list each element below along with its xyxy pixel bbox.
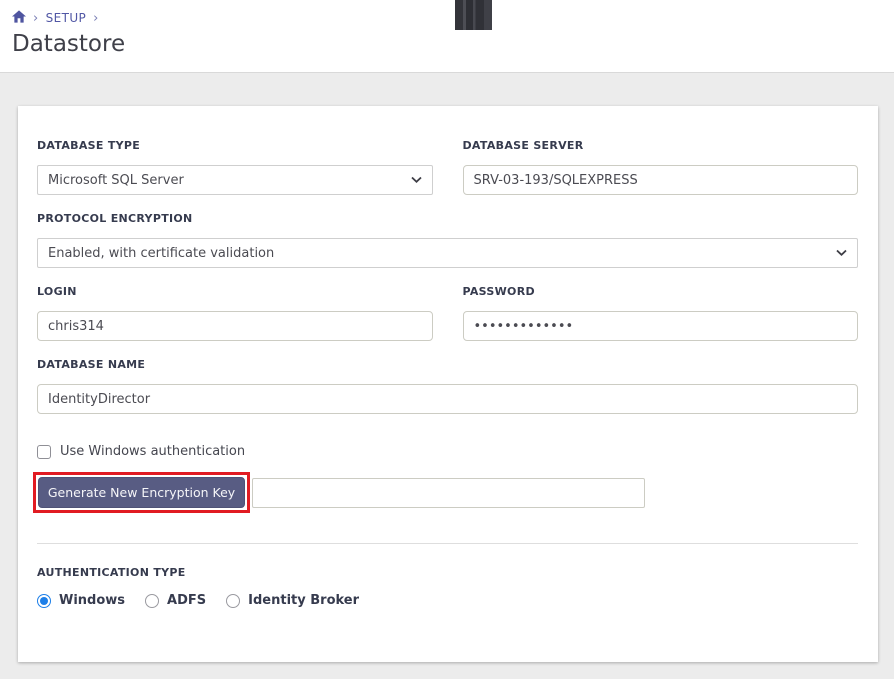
page-title: Datastore (12, 31, 894, 57)
database-server-input[interactable] (463, 165, 859, 195)
radio-label: Windows (59, 593, 125, 608)
radio-option-adfs[interactable]: ADFS (145, 593, 206, 608)
radio-icon[interactable] (37, 594, 51, 608)
header-artifact (455, 0, 492, 30)
database-name-label: DATABASE NAME (37, 358, 858, 371)
radio-label: Identity Broker (248, 593, 359, 608)
protocol-encryption-label: PROTOCOL ENCRYPTION (37, 212, 858, 225)
login-field: LOGIN (37, 285, 433, 341)
windows-auth-checkbox-row: Use Windows authentication (37, 444, 858, 459)
protocol-encryption-select[interactable]: Enabled, with certificate validation (37, 238, 858, 268)
database-server-label: DATABASE SERVER (463, 139, 859, 152)
radio-icon[interactable] (145, 594, 159, 608)
protocol-encryption-field: PROTOCOL ENCRYPTION Enabled, with certif… (37, 212, 858, 268)
database-server-field: DATABASE SERVER (463, 139, 859, 195)
login-label: LOGIN (37, 285, 433, 298)
login-input[interactable] (37, 311, 433, 341)
password-field: PASSWORD (463, 285, 859, 341)
radio-label: ADFS (167, 593, 206, 608)
password-input[interactable] (463, 311, 859, 341)
password-label: PASSWORD (463, 285, 859, 298)
radio-option-identity-broker[interactable]: Identity Broker (226, 593, 359, 608)
generate-encryption-key-button[interactable]: Generate New Encryption Key (38, 477, 245, 508)
encryption-key-row: Generate New Encryption Key (37, 472, 858, 513)
database-type-select[interactable]: Microsoft SQL Server (37, 165, 433, 195)
authentication-type-label: AUTHENTICATION TYPE (37, 566, 858, 579)
breadcrumb: › SETUP › (12, 10, 894, 26)
breadcrumb-link-setup[interactable]: SETUP (46, 11, 87, 25)
windows-auth-checkbox-label: Use Windows authentication (60, 444, 245, 459)
page-header: › SETUP › Datastore (0, 0, 894, 73)
database-name-input[interactable] (37, 384, 858, 414)
database-type-field: DATABASE TYPE Microsoft SQL Server (37, 139, 433, 195)
windows-auth-checkbox[interactable] (37, 445, 51, 459)
database-name-field: DATABASE NAME (37, 358, 858, 414)
red-highlight-annotation: Generate New Encryption Key (33, 472, 250, 513)
encryption-key-input[interactable] (252, 478, 645, 508)
breadcrumb-separator: › (33, 12, 39, 25)
home-icon[interactable] (12, 10, 26, 26)
section-divider (37, 543, 858, 544)
datastore-settings-card: DATABASE TYPE Microsoft SQL Server DATAB… (18, 106, 878, 662)
radio-option-windows[interactable]: Windows (37, 593, 125, 608)
radio-icon[interactable] (226, 594, 240, 608)
database-type-label: DATABASE TYPE (37, 139, 433, 152)
breadcrumb-separator: › (93, 12, 99, 25)
authentication-type-group: Windows ADFS Identity Broker (37, 593, 858, 608)
